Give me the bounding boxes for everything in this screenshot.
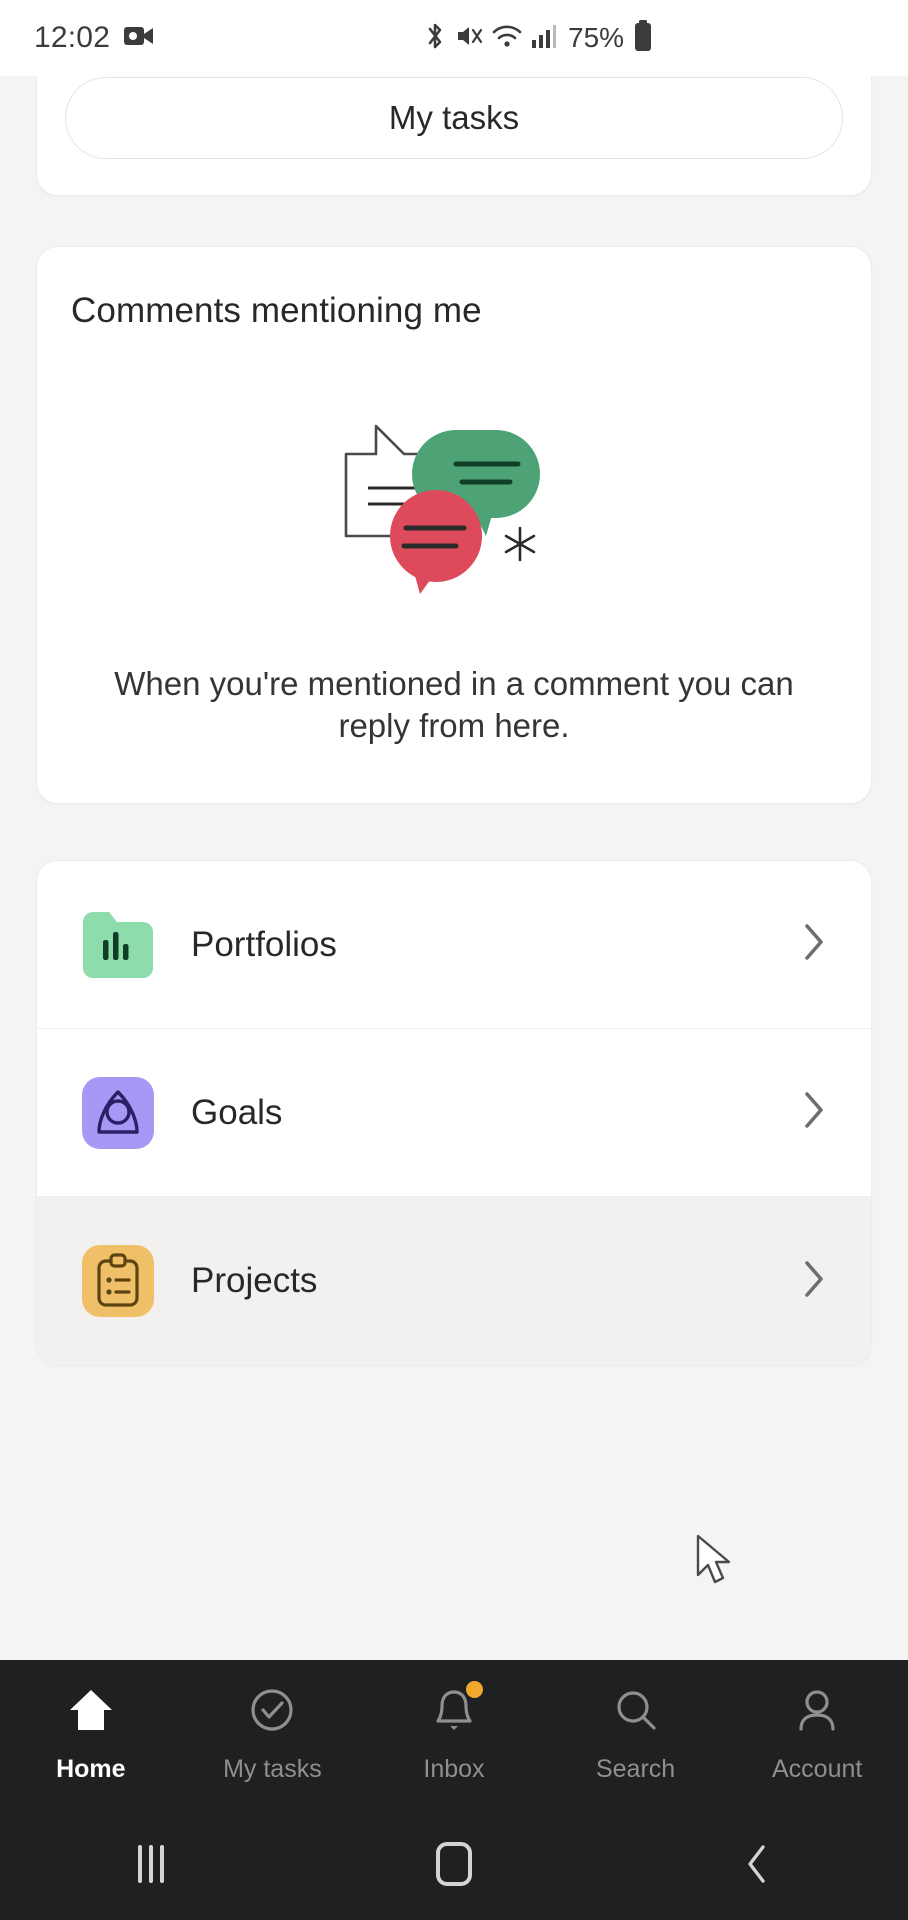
back-chevron-icon[interactable] bbox=[605, 1841, 908, 1887]
system-navigation-bar bbox=[0, 1808, 908, 1920]
wifi-icon bbox=[492, 23, 522, 54]
nav-item-home[interactable]: Home bbox=[0, 1684, 182, 1784]
status-clock: 12:02 bbox=[34, 21, 111, 54]
list-row-portfolios[interactable]: Portfolios bbox=[37, 861, 871, 1030]
cellular-signal-icon bbox=[531, 23, 557, 54]
speech-bubbles-illustration bbox=[71, 369, 837, 629]
my-tasks-card: My tasks bbox=[36, 76, 872, 196]
battery-icon bbox=[633, 19, 653, 57]
status-bar: 12:02 75% bbox=[0, 0, 908, 76]
home-icon bbox=[64, 1684, 118, 1743]
goal-target-icon bbox=[79, 1074, 157, 1152]
status-bar-right: 75% bbox=[424, 19, 653, 57]
inbox-notification-badge bbox=[465, 1681, 483, 1698]
list-row-label-projects: Projects bbox=[191, 1261, 318, 1301]
comments-empty-state-text: When you're mentioned in a comment you c… bbox=[114, 665, 794, 745]
list-row-projects[interactable]: Projects bbox=[37, 1197, 871, 1366]
nav-item-inbox[interactable]: Inbox bbox=[363, 1681, 545, 1784]
nav-item-search[interactable]: Search bbox=[545, 1684, 727, 1784]
nav-label-my-tasks: My tasks bbox=[223, 1755, 322, 1783]
chevron-right-icon bbox=[801, 920, 827, 969]
comments-mentioning-me-card: Comments mentioning me When you're menti… bbox=[36, 246, 872, 805]
nav-item-account[interactable]: Account bbox=[726, 1684, 908, 1784]
chevron-right-icon bbox=[801, 1257, 827, 1306]
bottom-navigation-bar: Home My tasks Inbox Search Account bbox=[0, 1660, 908, 1808]
list-row-label-goals: Goals bbox=[191, 1092, 283, 1132]
portfolio-folder-bars-icon bbox=[79, 906, 157, 984]
bluetooth-icon bbox=[424, 21, 446, 56]
check-circle-icon bbox=[245, 1684, 299, 1743]
recents-icon[interactable] bbox=[0, 1845, 303, 1883]
phone-screen: 12:02 75% My tasks Comments mentioning m… bbox=[0, 0, 908, 1920]
comments-card-title: Comments mentioning me bbox=[71, 291, 482, 330]
video-recording-icon bbox=[124, 25, 154, 52]
status-bar-left: 12:02 bbox=[34, 21, 154, 55]
nav-label-inbox: Inbox bbox=[423, 1755, 485, 1783]
battery-percent-label: 75% bbox=[568, 22, 625, 53]
list-row-label-portfolios: Portfolios bbox=[191, 924, 337, 964]
system-home-icon[interactable] bbox=[303, 1842, 606, 1886]
person-icon bbox=[790, 1684, 844, 1743]
nav-label-search: Search bbox=[595, 1755, 676, 1783]
nav-label-account: Account bbox=[772, 1755, 863, 1783]
list-row-goals[interactable]: Goals bbox=[37, 1029, 871, 1198]
search-icon bbox=[609, 1684, 663, 1743]
nav-item-my-tasks[interactable]: My tasks bbox=[182, 1684, 364, 1784]
my-tasks-button[interactable]: My tasks bbox=[65, 77, 843, 159]
mute-icon bbox=[455, 22, 483, 55]
chevron-right-icon bbox=[801, 1088, 827, 1137]
projects-clipboard-icon bbox=[79, 1242, 157, 1320]
nav-label-home: Home bbox=[56, 1755, 126, 1783]
scroll-content[interactable]: My tasks Comments mentioning me When you… bbox=[0, 76, 908, 1660]
navigation-list-card: Portfolios Goals Projects bbox=[36, 860, 872, 1367]
